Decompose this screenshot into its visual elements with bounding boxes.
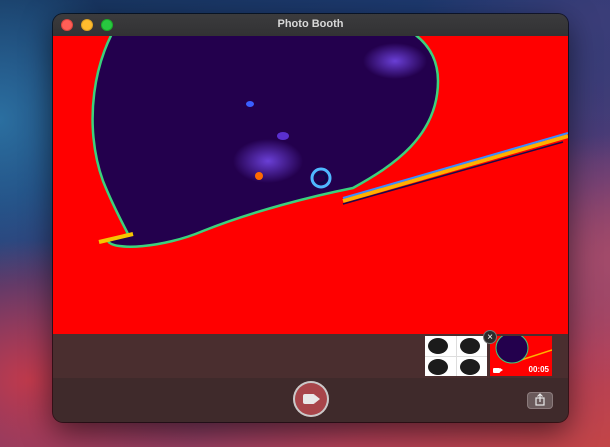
video-camera-icon (493, 368, 503, 373)
window-title: Photo Booth (277, 18, 344, 30)
photo-grid-thumbnail[interactable] (425, 336, 487, 376)
mini-photo (425, 356, 456, 376)
mini-photo (425, 336, 456, 356)
record-video-button[interactable] (293, 381, 329, 417)
camera-preview (53, 36, 568, 334)
control-bar (53, 378, 568, 422)
mini-photo (456, 356, 487, 376)
video-duration: 00:05 (528, 365, 549, 374)
thumbnail-tray: 00:05 × (53, 330, 568, 378)
video-thumbnail[interactable]: 00:05 (490, 336, 552, 376)
desktop-wallpaper: Photo Booth 00:05 × (0, 0, 610, 447)
photo-booth-window: Photo Booth 00:05 × (53, 14, 568, 422)
share-icon (535, 393, 545, 406)
share-button[interactable] (527, 392, 553, 409)
delete-thumbnail-button[interactable]: × (483, 330, 497, 344)
video-camera-icon (303, 394, 315, 404)
thermal-camera-image (53, 36, 568, 334)
title-bar[interactable]: Photo Booth (53, 14, 568, 37)
